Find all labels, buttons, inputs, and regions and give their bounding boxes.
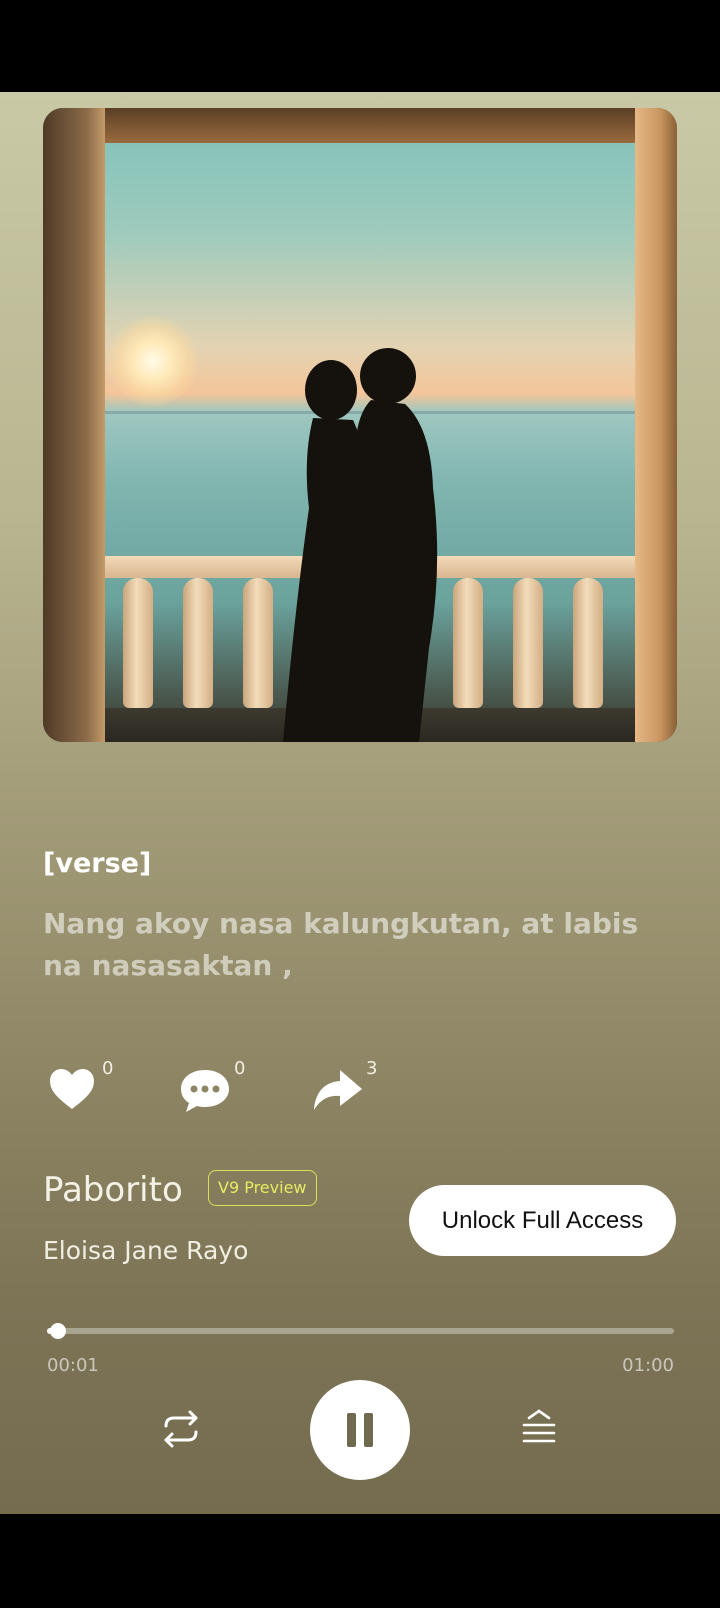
heart-icon [50, 1069, 94, 1109]
current-time: 00:01 [47, 1355, 99, 1376]
comment-icon [181, 1070, 229, 1112]
like-button[interactable] [44, 1062, 100, 1118]
share-count: 3 [366, 1058, 378, 1079]
art-baluster [573, 578, 603, 708]
comment-button[interactable] [177, 1062, 233, 1118]
art-frame [635, 108, 677, 742]
navigation-bar [0, 1514, 720, 1608]
album-art [43, 108, 677, 742]
couple-silhouette [283, 348, 438, 742]
unlock-full-access-button[interactable]: Unlock Full Access [409, 1185, 676, 1256]
pause-button[interactable] [310, 1380, 410, 1480]
status-bar [0, 0, 720, 92]
version-badge: V9 Preview [208, 1170, 317, 1206]
lyric-section-tag: [verse] [43, 848, 152, 879]
share-button[interactable] [310, 1062, 366, 1118]
art-baluster [123, 578, 153, 708]
repeat-button[interactable] [158, 1406, 204, 1452]
queue-button[interactable] [518, 1406, 560, 1448]
art-baluster [183, 578, 213, 708]
progress-thumb[interactable] [49, 1323, 66, 1339]
art-sun [108, 316, 198, 406]
share-icon [314, 1070, 362, 1110]
art-frame [43, 108, 105, 742]
art-baluster [513, 578, 543, 708]
song-title: Paborito [43, 1170, 183, 1210]
art-baluster [243, 578, 273, 708]
art-frame [43, 108, 677, 143]
lyric-line[interactable]: Nang akoy nasa kalungkutan, at labis na … [43, 903, 673, 987]
duration: 01:00 [622, 1355, 674, 1376]
artist-name[interactable]: Eloisa Jane Rayo [43, 1236, 248, 1265]
like-count: 0 [102, 1058, 114, 1079]
progress-bar[interactable] [47, 1323, 674, 1339]
repeat-icon [164, 1410, 198, 1448]
comment-count: 0 [234, 1058, 246, 1079]
queue-icon [522, 1409, 556, 1443]
